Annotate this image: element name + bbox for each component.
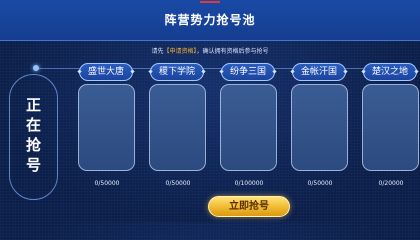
status-char: 正	[25, 96, 41, 114]
faction-card[interactable]	[149, 84, 206, 171]
faction-count: 0/50000	[307, 180, 333, 187]
status-text: 正在抢号	[10, 95, 57, 175]
faction-tab[interactable]: 稷下学院	[150, 63, 204, 81]
status-char: 号	[25, 156, 41, 174]
notice-text: 请先【申请资格】，确认拥有资格后参与抢号	[0, 46, 420, 55]
faction-card[interactable]	[362, 84, 419, 171]
faction-count: 0/20000	[378, 180, 404, 187]
divider-dot	[33, 65, 39, 71]
faction-tab[interactable]: 盛世大唐	[79, 63, 133, 81]
status-panel: 正在抢号	[9, 74, 58, 200]
faction-tab[interactable]: 楚汉之地	[363, 63, 417, 81]
faction-count: 0/50000	[94, 180, 120, 187]
faction-card[interactable]	[78, 84, 135, 171]
status-char: 抢	[25, 136, 41, 154]
page-title: 阵营势力抢号池	[164, 13, 256, 27]
faction-count: 0/50000	[165, 180, 191, 187]
faction-count: 0/100000	[234, 180, 264, 187]
faction-card[interactable]	[220, 84, 277, 171]
faction-tab[interactable]: 金帐汗国	[292, 63, 346, 81]
apply-qualification-link[interactable]: 【申请资格】	[163, 48, 196, 55]
notice-suffix: ，确认拥有资格后参与抢号	[196, 48, 269, 55]
notice-prefix: 请先	[151, 48, 164, 55]
header-accent-mark	[200, 1, 220, 3]
status-char: 在	[25, 116, 41, 134]
faction-tab[interactable]: 纷争三国	[221, 63, 275, 81]
faction-card[interactable]	[291, 84, 348, 171]
header-bar: 阵营势力抢号池	[0, 0, 420, 41]
grab-number-button[interactable]: 立即抢号	[208, 196, 290, 217]
